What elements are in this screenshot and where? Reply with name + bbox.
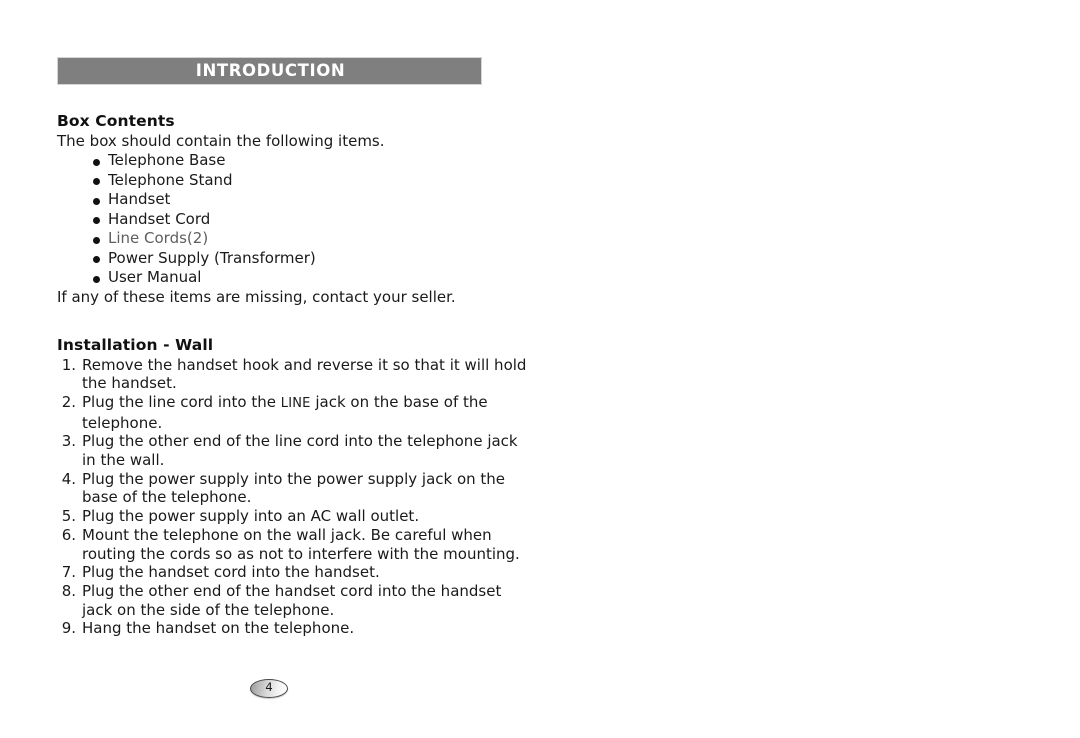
step-number: 1. xyxy=(61,355,76,374)
step-text: Plug the power supply into an AC wall ou… xyxy=(82,507,420,526)
section-header-title: INTRODUCTION xyxy=(195,60,346,80)
list-item-label: Telephone Base xyxy=(108,151,226,169)
list-item: User Manual xyxy=(57,268,527,288)
step-text-before: Plug the line cord into the xyxy=(82,392,281,411)
step-text-smallcaps: LINE xyxy=(280,395,311,411)
page-number-badge: 4 xyxy=(250,679,288,698)
bullet-dot-icon xyxy=(93,275,100,283)
step-text: Plug the other end of the handset cord i… xyxy=(82,581,502,619)
installation-step-list: 1. Remove the handset hook and reverse i… xyxy=(57,356,527,639)
step-text: Plug the power supply into the power sup… xyxy=(82,469,506,507)
document-page: INTRODUCTION Box Contents The box should… xyxy=(0,0,1080,738)
step-number: 9. xyxy=(61,619,76,638)
page-number-label: 4 xyxy=(265,680,273,695)
box-contents-intro: The box should contain the following ite… xyxy=(57,131,385,150)
step-text: Plug the handset cord into the handset. xyxy=(82,563,380,582)
list-item: 8. Plug the other end of the handset cor… xyxy=(57,582,527,619)
bullet-dot-icon xyxy=(93,197,100,205)
list-item-label: Handset Cord xyxy=(108,209,211,228)
bullet-dot-icon xyxy=(93,217,100,224)
step-number: 4. xyxy=(61,469,76,488)
list-item: 1. Remove the handset hook and reverse i… xyxy=(57,356,527,393)
box-contents-closing: If any of these items are missing, conta… xyxy=(57,287,456,306)
list-item-label: Power Supply (Transformer) xyxy=(108,248,316,267)
step-number: 7. xyxy=(61,563,76,582)
list-item: Handset Cord xyxy=(57,210,527,230)
box-contents-heading: Box Contents xyxy=(57,112,175,130)
list-item: Handset xyxy=(57,190,527,210)
bullet-dot-icon xyxy=(93,236,100,244)
bullet-dot-icon xyxy=(93,256,100,263)
step-text: Hang the handset on the telephone. xyxy=(82,619,355,638)
list-item: 7. Plug the handset cord into the handse… xyxy=(57,563,527,582)
step-number: 5. xyxy=(61,507,76,526)
step-text: Mount the telephone on the wall jack. Be… xyxy=(82,525,520,563)
list-item-label: Line Cords(2) xyxy=(108,229,209,247)
list-item: Line Cords(2) xyxy=(57,229,527,249)
list-item: 2. Plug the line cord into the LINE jack… xyxy=(57,393,527,432)
list-item: 4. Plug the power supply into the power … xyxy=(57,470,527,507)
list-item: Telephone Base xyxy=(57,151,527,171)
bullet-dot-icon xyxy=(93,158,100,166)
box-contents-list: Telephone Base Telephone Stand Handset H… xyxy=(57,151,527,288)
list-item-label: Telephone Stand xyxy=(108,170,233,189)
bullet-dot-icon xyxy=(93,178,100,185)
step-number: 2. xyxy=(61,392,76,411)
page-content: Box Contents The box should contain the … xyxy=(57,112,527,638)
step-number: 8. xyxy=(61,581,76,600)
list-item: 5. Plug the power supply into an AC wall… xyxy=(57,507,527,526)
installation-heading: Installation - Wall xyxy=(57,335,214,354)
list-item-label: User Manual xyxy=(108,268,202,286)
list-item-label: Handset xyxy=(108,190,171,208)
list-item: Telephone Stand xyxy=(57,171,527,191)
step-text: Remove the handset hook and reverse it s… xyxy=(82,355,527,393)
list-item: 3. Plug the other end of the line cord i… xyxy=(57,432,527,469)
list-item: 6. Mount the telephone on the wall jack.… xyxy=(57,526,527,563)
list-item: 9. Hang the handset on the telephone. xyxy=(57,619,527,638)
step-number: 6. xyxy=(61,525,76,544)
step-text: Plug the other end of the line cord into… xyxy=(82,432,518,470)
section-header-bar: INTRODUCTION xyxy=(57,57,482,85)
step-number: 3. xyxy=(61,432,76,451)
list-item: Power Supply (Transformer) xyxy=(57,249,527,269)
